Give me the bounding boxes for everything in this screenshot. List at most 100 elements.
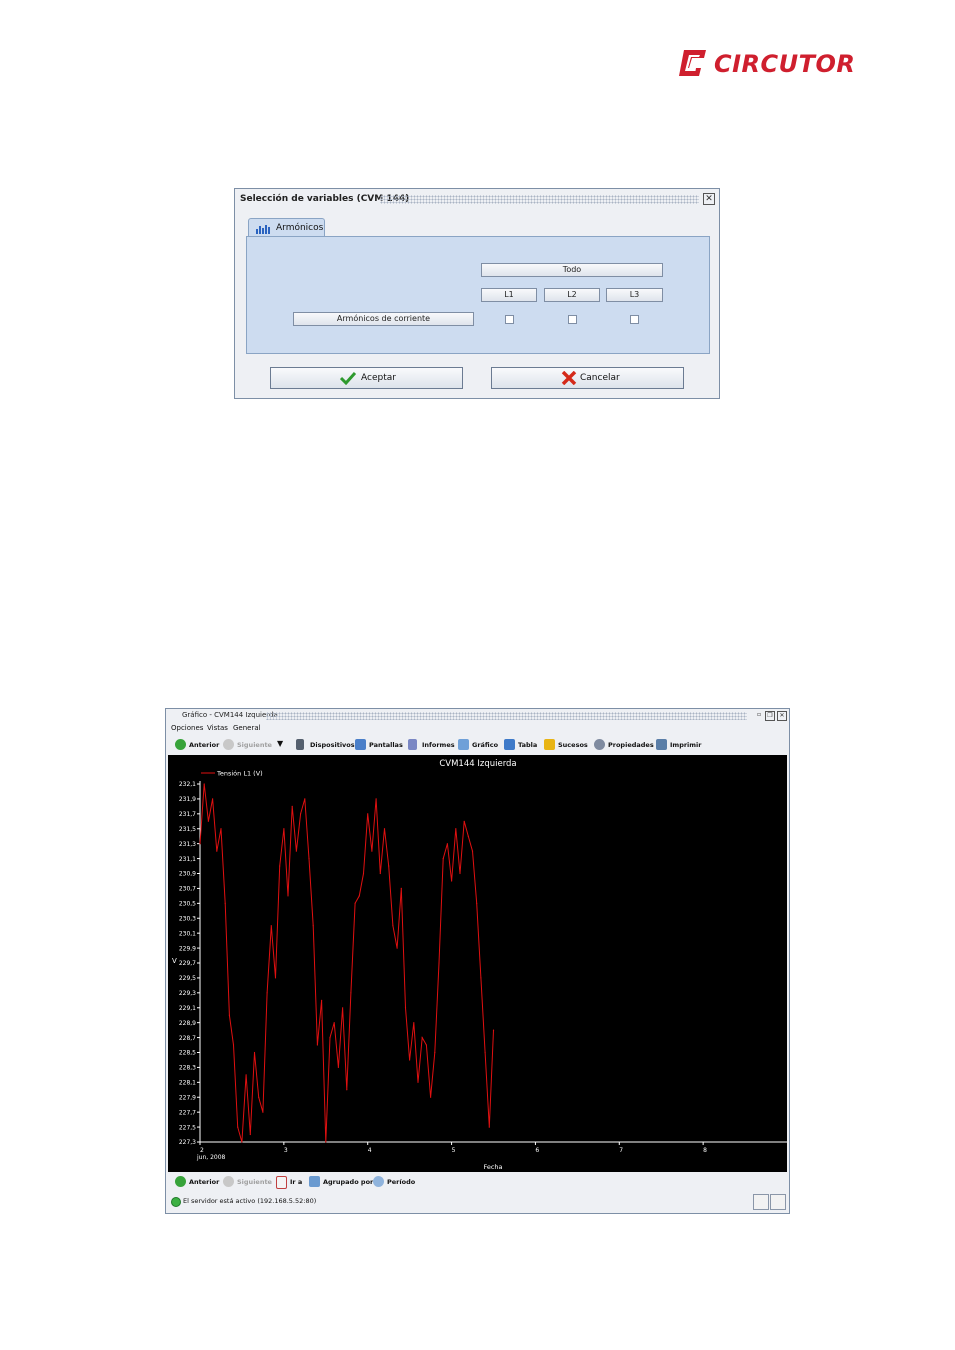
data-point — [300, 813, 302, 815]
data-point — [459, 872, 461, 875]
x-tick-label: 6 — [535, 1147, 539, 1154]
titlebar-grip — [380, 195, 699, 204]
data-point — [375, 798, 377, 800]
properties-label: Propiedades — [608, 741, 654, 749]
l2-checkbox[interactable] — [568, 315, 577, 324]
status-alert-icon[interactable] — [753, 1194, 769, 1210]
printer-icon — [656, 739, 667, 750]
l1-button[interactable]: L1 — [481, 288, 537, 302]
y-tick-label: 232,1 — [179, 781, 196, 788]
accept-button[interactable]: Aceptar — [270, 367, 463, 389]
x-tick-label: 2 — [200, 1147, 204, 1154]
chevron-down-icon: ▼ — [277, 739, 284, 748]
circutor-logo-icon — [679, 50, 706, 76]
cancel-button[interactable]: Cancelar — [491, 367, 684, 389]
data-point — [425, 1044, 427, 1046]
data-point — [203, 783, 205, 785]
data-point — [383, 828, 386, 830]
l1-checkbox[interactable] — [505, 315, 514, 324]
checkmark-icon — [340, 371, 356, 385]
screen-icon — [355, 739, 366, 750]
data-point — [295, 850, 297, 852]
y-tick-label: 228,1 — [179, 1080, 196, 1087]
restore-icon[interactable]: ❐ — [765, 711, 775, 721]
group-icon — [309, 1176, 320, 1187]
data-point — [308, 858, 310, 860]
data-point — [451, 880, 453, 882]
data-point — [362, 872, 365, 875]
data-point — [404, 1007, 407, 1009]
data-point — [279, 865, 281, 867]
minimize-icon[interactable]: ▫ — [755, 711, 763, 719]
devices-label: Dispositivos — [310, 741, 355, 749]
window-titlebar[interactable]: Gráfico - CVM144 Izquierda ▫ ❐ ✕ — [166, 709, 789, 723]
l2-button[interactable]: L2 — [544, 288, 600, 302]
x-tick-label: 7 — [619, 1147, 623, 1154]
data-point — [321, 999, 323, 1001]
clock-icon — [373, 1176, 384, 1187]
data-point — [266, 992, 268, 994]
data-point — [346, 1089, 348, 1091]
data-point — [434, 1051, 436, 1054]
chart-area[interactable]: CVM144 Izquierda Tensión L1 (V) V Fecha … — [168, 755, 787, 1172]
y-tick-label: 229,3 — [179, 990, 196, 997]
calendar-icon — [276, 1176, 287, 1189]
data-point — [442, 858, 444, 860]
y-tick-label: 229,7 — [179, 960, 196, 967]
data-point — [488, 1126, 490, 1128]
variable-selection-dialog: Selección de variables (CVM 144) ✕ Armón… — [234, 188, 720, 399]
tab-armonicos[interactable]: Armónicos — [248, 218, 325, 237]
x-axis-sublabel: jun, 2008 — [196, 1154, 226, 1161]
y-tick-label: 227,3 — [179, 1139, 196, 1146]
data-point — [463, 820, 465, 822]
data-point — [388, 865, 390, 867]
close-icon[interactable]: ✕ — [777, 711, 787, 721]
table-label: Tabla — [518, 741, 538, 749]
x-tick-label: 8 — [703, 1147, 707, 1154]
menu-opciones[interactable]: Opciones — [171, 724, 203, 732]
y-tick-label: 231,7 — [179, 811, 196, 818]
data-point — [258, 1096, 260, 1098]
data-point — [350, 992, 352, 994]
data-point — [446, 843, 448, 845]
data-point — [249, 1133, 251, 1136]
x-axis-label: Fecha — [483, 1163, 502, 1171]
tab-label: Armónicos — [276, 223, 324, 233]
data-point — [471, 850, 474, 852]
data-point — [312, 925, 314, 927]
todo-button[interactable]: Todo — [481, 263, 663, 277]
data-point — [379, 872, 381, 875]
l3-checkbox[interactable] — [630, 315, 639, 324]
reports-label: Informes — [422, 741, 455, 749]
status-bar: El servidor está activo (192.168.5.52:80… — [166, 1192, 789, 1212]
circutor-logo: CIRCUTOR — [678, 47, 855, 81]
y-tick-label: 230,7 — [179, 886, 196, 893]
brand-name: CIRCUTOR — [714, 50, 856, 78]
chart-axes: 232,1 231,9 231,7 231,5 231,3 231,1 230,9 230,7… — [179, 781, 787, 1154]
data-point — [241, 1141, 243, 1143]
menu-vistas[interactable]: Vistas — [207, 724, 228, 732]
armonicos-corriente-button[interactable]: Armónicos de corriente — [293, 312, 474, 326]
data-point — [224, 902, 226, 904]
menu-general[interactable]: General — [233, 724, 261, 732]
status-box — [770, 1194, 786, 1210]
y-tick-label: 227,7 — [179, 1109, 196, 1116]
data-point — [400, 887, 402, 889]
y-tick-label: 231,3 — [179, 841, 196, 848]
y-tick-label: 230,9 — [179, 871, 196, 878]
y-tick-label: 231,5 — [179, 826, 196, 833]
arrow-left-icon — [175, 1176, 186, 1187]
data-point — [245, 1074, 247, 1076]
y-tick-label: 228,5 — [179, 1050, 196, 1057]
y-axis-label: V — [172, 957, 177, 965]
window-title: Gráfico - CVM144 Izquierda — [182, 711, 278, 719]
data-point — [228, 1014, 230, 1016]
y-tick-label: 230,5 — [179, 901, 196, 908]
gear-icon — [594, 739, 605, 750]
dialog-titlebar[interactable]: Selección de variables (CVM 144) ✕ — [235, 189, 719, 210]
y-tick-label: 228,3 — [179, 1065, 196, 1072]
print-label: Imprimir — [670, 741, 702, 749]
data-point — [216, 850, 218, 852]
l3-button[interactable]: L3 — [606, 288, 663, 302]
close-icon[interactable]: ✕ — [703, 193, 715, 205]
